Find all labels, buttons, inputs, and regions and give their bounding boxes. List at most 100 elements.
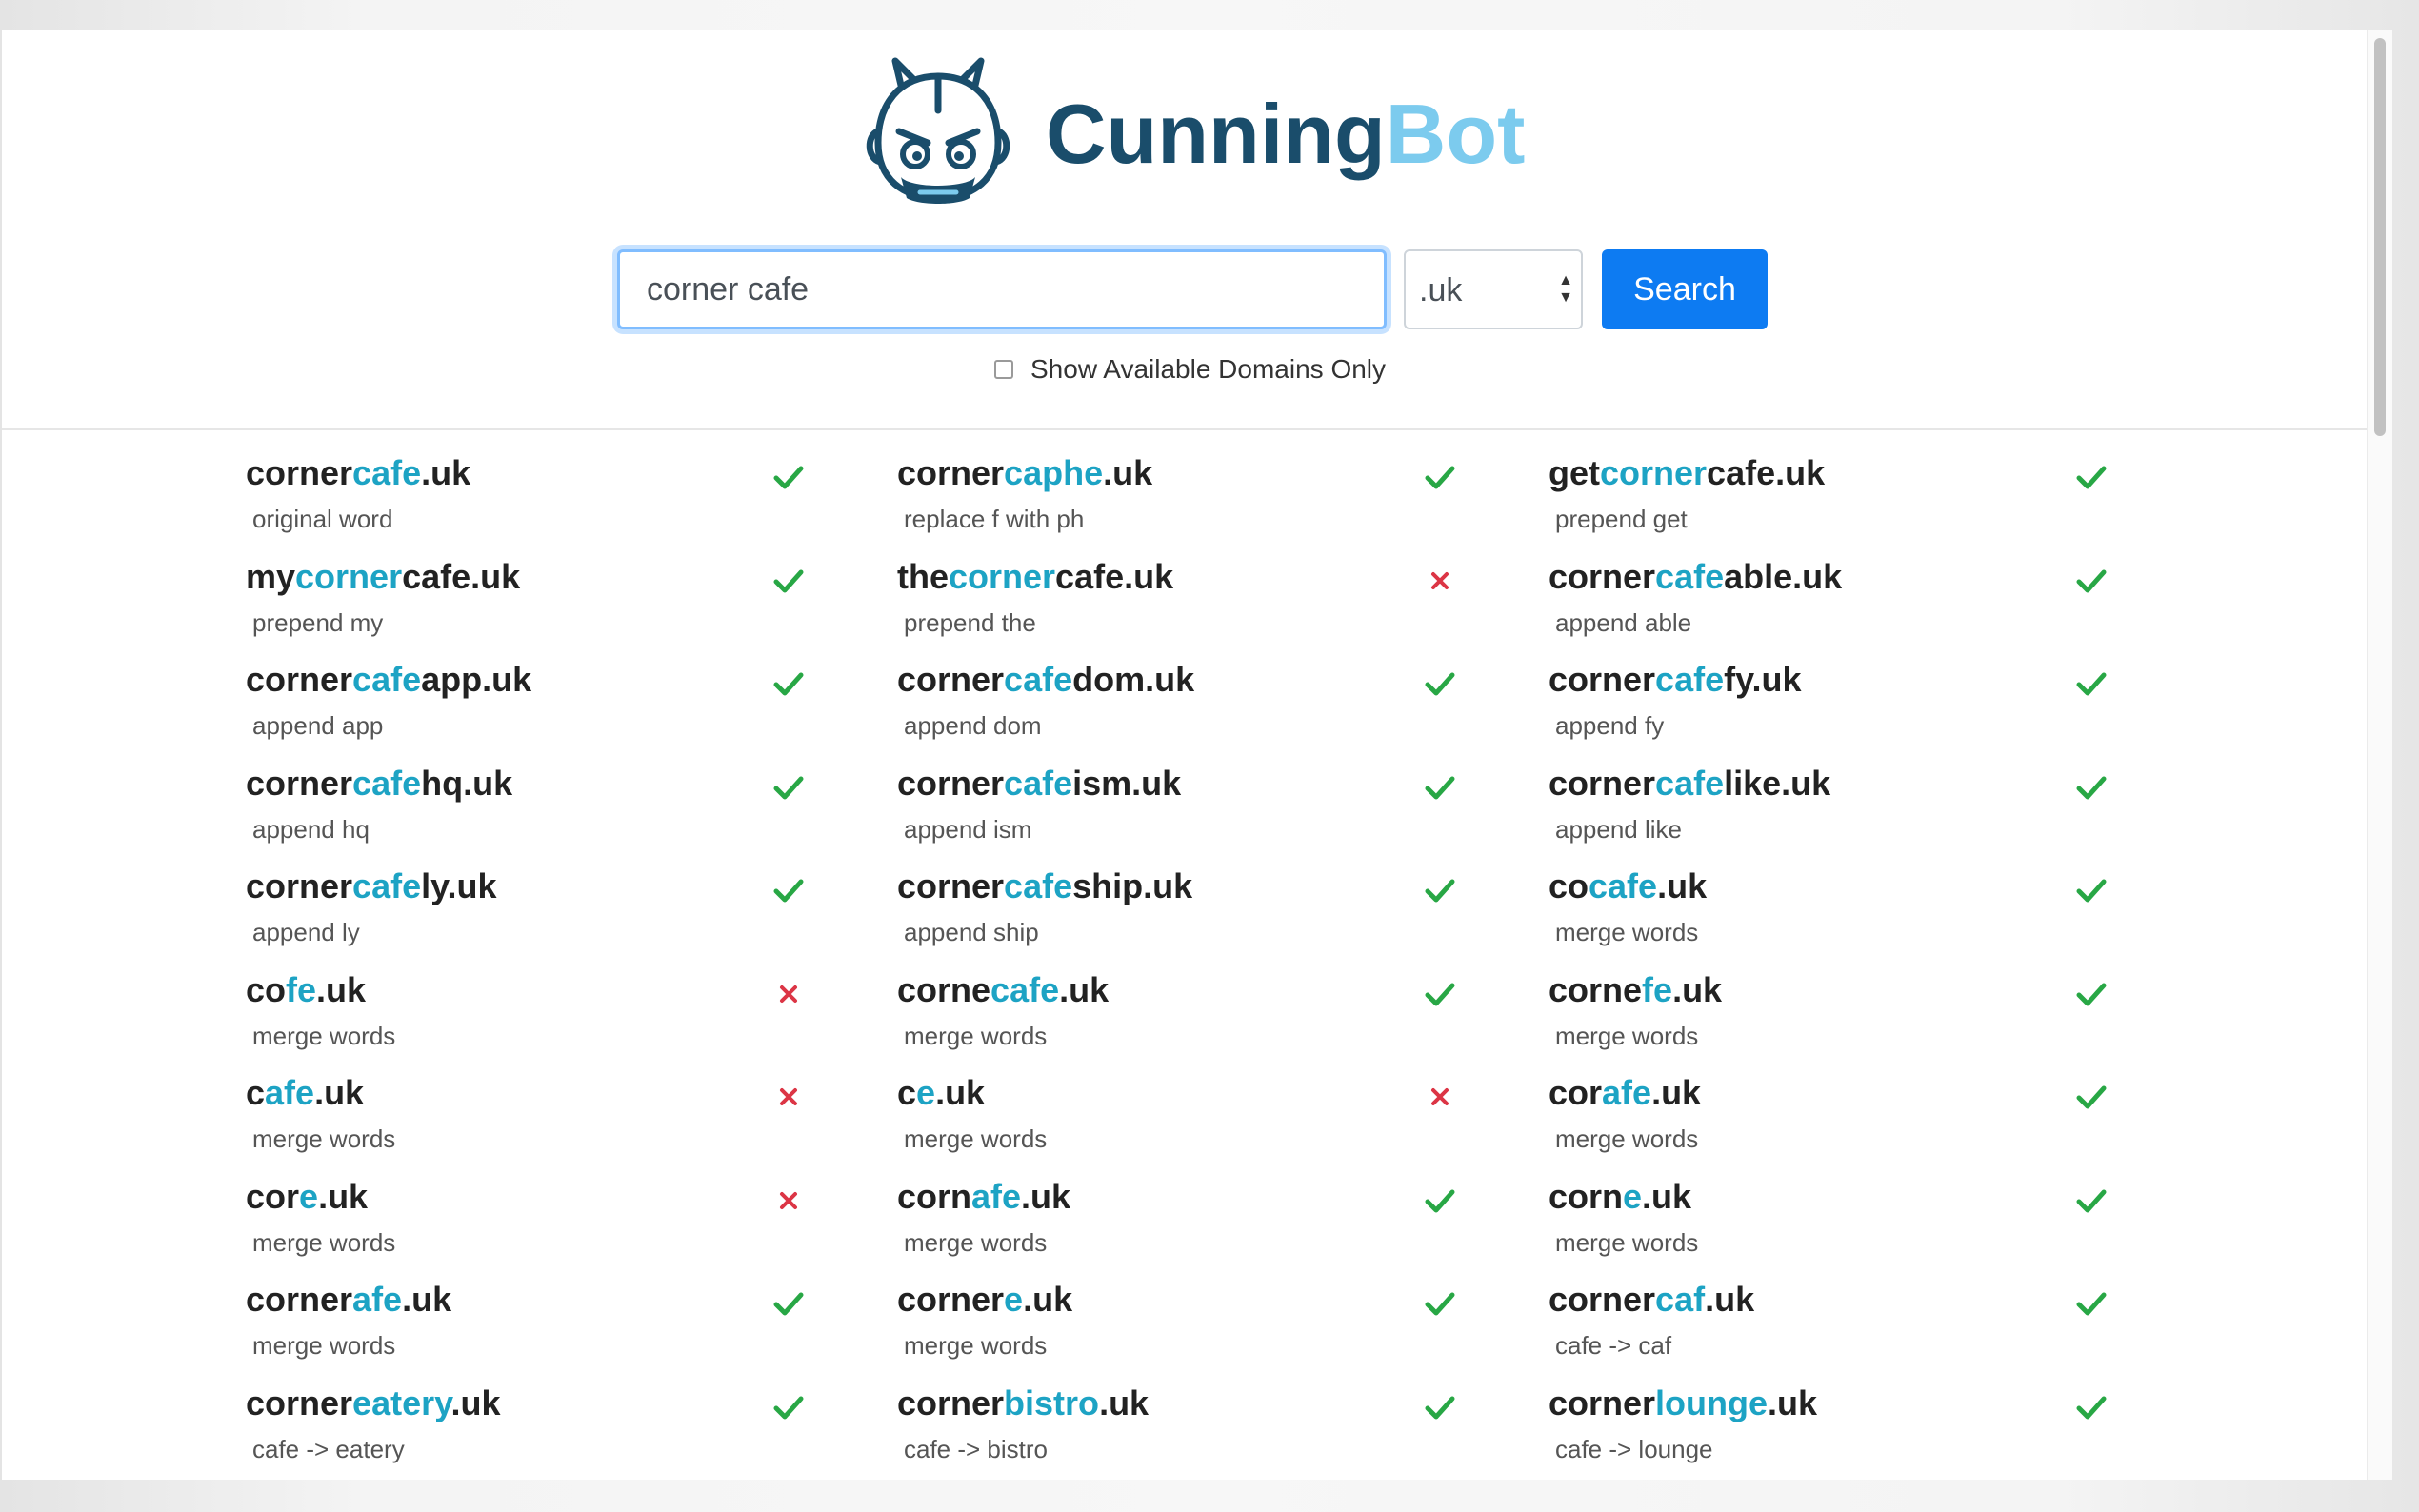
domain-name[interactable]: cornafe.uk	[897, 1177, 1070, 1217]
check-icon	[1425, 1396, 1455, 1419]
result-item[interactable]: cornerafe.uk merge words	[246, 1280, 817, 1383]
domain-name[interactable]: cornerbistro.uk	[897, 1383, 1149, 1423]
domain-name[interactable]: cocafe.uk	[1549, 866, 1707, 906]
domain-text: corner	[246, 763, 353, 803]
available-only-checkbox[interactable]	[994, 360, 1013, 379]
result-item[interactable]: cornere.uk merge words	[897, 1280, 1469, 1383]
result-item[interactable]: cafe.uk merge words	[246, 1073, 817, 1177]
result-description: append dom	[904, 711, 1042, 740]
domain-name[interactable]: cofe.uk	[246, 970, 366, 1010]
result-item[interactable]: cornercafeable.uk append able	[1549, 557, 2120, 661]
domain-name[interactable]: cornerlounge.uk	[1549, 1383, 1817, 1423]
result-description: append hq	[252, 814, 370, 844]
check-icon	[1425, 672, 1455, 696]
domain-name[interactable]: cornerafe.uk	[246, 1280, 451, 1320]
domain-name[interactable]: cornercafe.uk	[246, 453, 470, 493]
domain-name[interactable]: corafe.uk	[1549, 1073, 1701, 1113]
result-item[interactable]: cornercafehq.uk append hq	[246, 764, 817, 867]
domain-text: corner	[1549, 1280, 1656, 1319]
scrollbar-thumb[interactable]	[2374, 38, 2386, 436]
domain-name[interactable]: core.uk	[246, 1177, 368, 1217]
result-item[interactable]: core.uk merge words	[246, 1177, 817, 1281]
result-item[interactable]: cornercafe.uk original word	[246, 453, 817, 557]
domain-text: corner	[246, 1383, 353, 1422]
domain-name[interactable]: cafe.uk	[246, 1073, 364, 1113]
domain-name[interactable]: cornere.uk	[897, 1280, 1072, 1320]
domain-text: corne	[897, 969, 991, 1009]
result-item[interactable]: cornerbistro.uk cafe -> bistro	[897, 1383, 1469, 1481]
result-item[interactable]: cornercafefy.uk append fy	[1549, 660, 2120, 764]
result-item[interactable]: thecornercafe.uk prepend the	[897, 557, 1469, 661]
domain-text: .uk	[1099, 1383, 1150, 1422]
domain-name[interactable]: getcornercafe.uk	[1549, 453, 1825, 493]
result-item[interactable]: cofe.uk merge words	[246, 970, 817, 1074]
result-item[interactable]: cornercafely.uk append ly	[246, 866, 817, 970]
domain-text: .uk	[1103, 453, 1153, 492]
domain-name[interactable]: cornercafeapp.uk	[246, 660, 531, 700]
result-item[interactable]: cocafe.uk merge words	[1549, 866, 2120, 970]
domain-name[interactable]: cornercafelike.uk	[1549, 764, 1830, 804]
result-item[interactable]: cornercaphe.uk replace f with ph	[897, 453, 1469, 557]
domain-name[interactable]: cornercafeship.uk	[897, 866, 1192, 906]
result-description: append ism	[904, 814, 1032, 844]
domain-name[interactable]: cornercafeable.uk	[1549, 557, 1842, 597]
result-description: cafe -> caf	[1555, 1331, 1672, 1360]
result-item[interactable]: cornereatery.uk cafe -> eatery	[246, 1383, 817, 1481]
result-item[interactable]: cornercafelike.uk append like	[1549, 764, 2120, 867]
result-item[interactable]: ce.uk merge words	[897, 1073, 1469, 1177]
result-description: merge words	[252, 1124, 396, 1153]
domain-name[interactable]: cornercafeism.uk	[897, 764, 1181, 804]
result-item[interactable]: corne.uk merge words	[1549, 1177, 2120, 1281]
select-arrows-icon: ▲ ▼	[1558, 272, 1573, 306]
available-only-label: Show Available Domains Only	[1030, 354, 1387, 384]
domain-name[interactable]: thecornercafe.uk	[897, 557, 1173, 597]
domain-name[interactable]: cornercafefy.uk	[1549, 660, 1801, 700]
domain-text: corner	[897, 453, 1005, 492]
domain-highlight: afe	[352, 1280, 403, 1319]
domain-highlight: eatery	[352, 1383, 451, 1422]
domain-name[interactable]: corne.uk	[1549, 1177, 1691, 1217]
domain-highlight: corner	[949, 556, 1056, 596]
result-item[interactable]: cornerlounge.uk cafe -> lounge	[1549, 1383, 2120, 1481]
domain-name[interactable]: cornercaphe.uk	[897, 453, 1152, 493]
domain-text: co	[1549, 866, 1589, 905]
domain-name[interactable]: cornercafely.uk	[246, 866, 496, 906]
domain-name[interactable]: cornercafehq.uk	[246, 764, 512, 804]
domain-text: .uk	[402, 1280, 452, 1319]
scrollbar[interactable]	[2367, 30, 2392, 1480]
result-description: merge words	[1555, 918, 1699, 946]
domain-name[interactable]: cornercafedom.uk	[897, 660, 1194, 700]
result-item[interactable]: cornercafeism.uk append ism	[897, 764, 1469, 867]
domain-name[interactable]: mycornercafe.uk	[246, 557, 520, 597]
search-button[interactable]: Search	[1602, 249, 1768, 329]
result-item[interactable]: cornercafeship.uk append ship	[897, 866, 1469, 970]
result-item[interactable]: getcornercafe.uk prepend get	[1549, 453, 2120, 557]
result-item[interactable]: cornecafe.uk merge words	[897, 970, 1469, 1074]
result-description: merge words	[1555, 1227, 1699, 1257]
domain-text: corner	[246, 660, 353, 699]
result-description: append able	[1555, 607, 1692, 637]
domain-name[interactable]: cornecafe.uk	[897, 970, 1109, 1010]
logo[interactable]: CunningBot	[863, 55, 1525, 213]
domain-name[interactable]: cornefe.uk	[1549, 970, 1722, 1010]
result-item[interactable]: cornefe.uk merge words	[1549, 970, 2120, 1074]
check-icon	[773, 466, 804, 489]
domain-name[interactable]: cornereatery.uk	[246, 1383, 500, 1423]
brand-name-part2: Bot	[1385, 87, 1526, 181]
result-item[interactable]: mycornercafe.uk prepend my	[246, 557, 817, 661]
cross-icon	[780, 1088, 797, 1105]
domain-name[interactable]: ce.uk	[897, 1073, 985, 1113]
tld-select[interactable]: .uk ▲ ▼	[1404, 249, 1583, 329]
result-item[interactable]: cornercaf.uk cafe -> caf	[1549, 1280, 2120, 1383]
domain-text: corner	[897, 866, 1005, 905]
result-item[interactable]: cornercafedom.uk append dom	[897, 660, 1469, 764]
available-only-toggle[interactable]: Show Available Domains Only	[994, 354, 1386, 385]
check-icon	[2076, 569, 2107, 592]
result-item[interactable]: corafe.uk merge words	[1549, 1073, 2120, 1177]
result-item[interactable]: cornafe.uk merge words	[897, 1177, 1469, 1281]
search-input[interactable]	[617, 249, 1387, 329]
check-icon	[1425, 466, 1455, 489]
result-item[interactable]: cornercafeapp.uk append app	[246, 660, 817, 764]
domain-highlight: cafe	[1589, 866, 1658, 905]
domain-name[interactable]: cornercaf.uk	[1549, 1280, 1754, 1320]
